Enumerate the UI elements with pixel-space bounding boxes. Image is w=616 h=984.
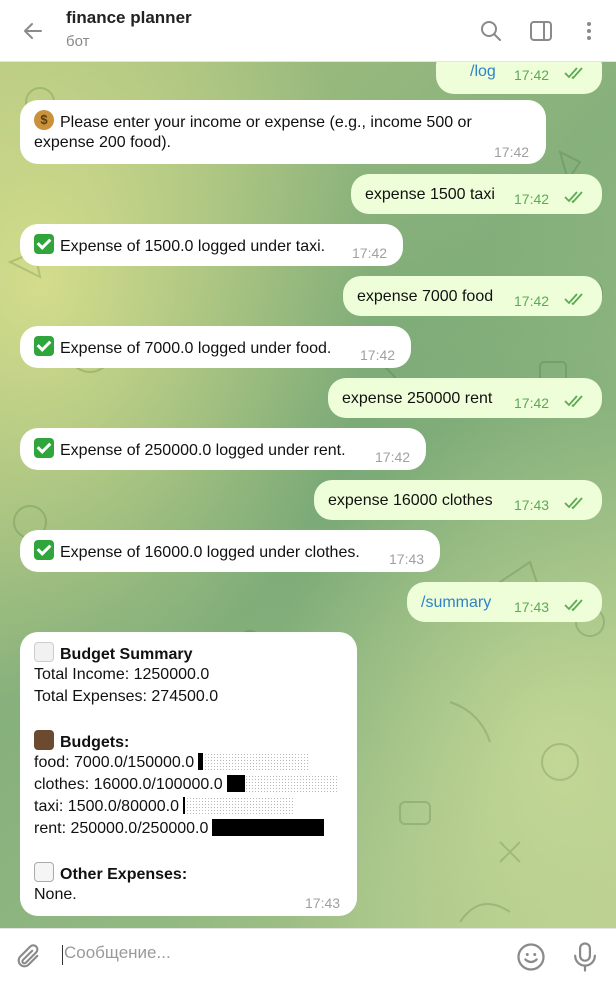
chat-title[interactable]: finance planner [66, 8, 192, 28]
budget-label: clothes: 16000.0/100000.0 [34, 776, 223, 793]
message-text: Expense of 16000.0 logged under clothes. [60, 544, 360, 561]
message-incoming[interactable]: Expense of 250000.0 logged under rent. 1… [20, 428, 426, 470]
briefcase-icon [34, 730, 54, 750]
bar-chart-icon [34, 642, 54, 662]
message-text: Expense of 250000.0 logged under rent. [60, 442, 346, 459]
search-icon[interactable] [474, 14, 508, 48]
budget-label: rent: 250000.0/250000.0 [34, 820, 209, 837]
message-outgoing[interactable]: expense 250000 rent 17:42 [328, 378, 602, 418]
message-time: 17:43 [305, 895, 341, 911]
message-text: expense 250000 rent [342, 390, 493, 407]
message-incoming[interactable]: Expense of 7000.0 logged under food. 17:… [20, 326, 411, 368]
message-time: 17:42 [514, 293, 550, 309]
message-time: 17:43 [389, 551, 425, 567]
budget-progress-fill [226, 775, 245, 792]
budget-label: food: 7000.0/150000.0 [34, 754, 195, 771]
budget-label: taxi: 1500.0/80000.0 [34, 798, 180, 815]
command-link[interactable]: /log [470, 62, 496, 83]
read-checkmarks-icon [564, 599, 583, 611]
budget-progress-bar [198, 753, 311, 770]
message-incoming[interactable]: Expense of 1500.0 logged under taxi. 17:… [20, 224, 403, 266]
read-checkmarks-icon [564, 67, 583, 79]
budget-progress-bar [226, 775, 339, 792]
message-time: 17:43 [514, 497, 550, 513]
budget-progress-fill [212, 819, 325, 836]
message-time: 17:42 [514, 191, 550, 207]
budget-progress-bar [183, 797, 296, 814]
message-text: expense 16000 clothes [328, 492, 493, 509]
command-link[interactable]: /summary [421, 592, 491, 614]
message-outgoing[interactable]: /summary 17:43 [407, 582, 602, 622]
budget-line: taxi: 1500.0/80000.0 [34, 796, 296, 818]
chat-subtitle: бот [66, 33, 90, 50]
message-time: 17:42 [514, 395, 550, 411]
read-checkmarks-icon [564, 497, 583, 509]
more-options-icon[interactable] [572, 14, 606, 48]
message-input[interactable]: Сообщение... [64, 943, 171, 963]
message-time: 17:42 [360, 347, 396, 363]
message-time: 17:42 [352, 245, 388, 261]
message-outgoing[interactable]: expense 1500 taxi 17:42 [351, 174, 602, 214]
budget-line: food: 7000.0/150000.0 [34, 752, 311, 774]
total-income: Total Income: 1250000.0 [34, 666, 210, 683]
message-text: Expense of 1500.0 logged under taxi. [60, 238, 326, 255]
message-outgoing[interactable]: expense 7000 food 17:42 [343, 276, 602, 316]
back-arrow-icon[interactable] [16, 14, 50, 48]
other-expenses-heading: Other Expenses: [60, 866, 188, 883]
sidebar-toggle-icon[interactable] [524, 14, 558, 48]
message-time: 17:42 [494, 144, 530, 160]
read-checkmarks-icon [564, 191, 583, 203]
budget-line: clothes: 16000.0/100000.0 [34, 774, 339, 796]
budget-line: rent: 250000.0/250000.0 [34, 818, 325, 840]
message-time: 17:42 [375, 449, 411, 465]
message-text: Expense of 7000.0 logged under food. [60, 340, 332, 357]
check-mark-icon [34, 234, 54, 254]
check-mark-icon [34, 438, 54, 458]
message-composer: Сообщение... [0, 928, 616, 984]
microphone-icon[interactable] [570, 941, 600, 973]
message-outgoing[interactable]: /log 17:42 [436, 62, 602, 94]
budgets-heading: Budgets: [60, 734, 130, 751]
budget-progress-fill [183, 797, 186, 814]
chat-history[interactable]: /log 17:42 Please enter your income or e… [0, 62, 616, 928]
message-incoming[interactable]: Please enter your income or expense (e.g… [20, 100, 546, 164]
message-time: 17:43 [514, 599, 550, 615]
message-text: Please enter your income or expense (e.g… [60, 114, 472, 131]
receipt-icon [34, 862, 54, 882]
message-incoming[interactable]: Expense of 16000.0 logged under clothes.… [20, 530, 440, 572]
message-text: expense 1500 taxi [365, 186, 495, 203]
chat-header: finance planner бот [0, 0, 616, 62]
emoji-icon[interactable] [516, 942, 546, 972]
read-checkmarks-icon [564, 395, 583, 407]
budget-progress-bar [212, 819, 325, 836]
total-expenses: Total Expenses: 274500.0 [34, 688, 219, 705]
message-time: 17:42 [514, 67, 550, 83]
budget-progress-fill [198, 753, 204, 770]
check-mark-icon [34, 540, 54, 560]
message-text: expense 200 food). [34, 134, 171, 151]
message-outgoing[interactable]: expense 16000 clothes 17:43 [314, 480, 602, 520]
read-checkmarks-icon [564, 293, 583, 305]
message-text: expense 7000 food [357, 288, 494, 305]
attach-icon[interactable] [14, 943, 44, 973]
budget-summary-message[interactable]: Budget Summary Total Income: 1250000.0 T… [20, 632, 357, 916]
other-expenses-value: None. [34, 886, 77, 903]
check-mark-icon [34, 336, 54, 356]
money-bag-icon [34, 110, 54, 130]
text-caret [62, 945, 63, 965]
summary-heading: Budget Summary [60, 646, 193, 663]
